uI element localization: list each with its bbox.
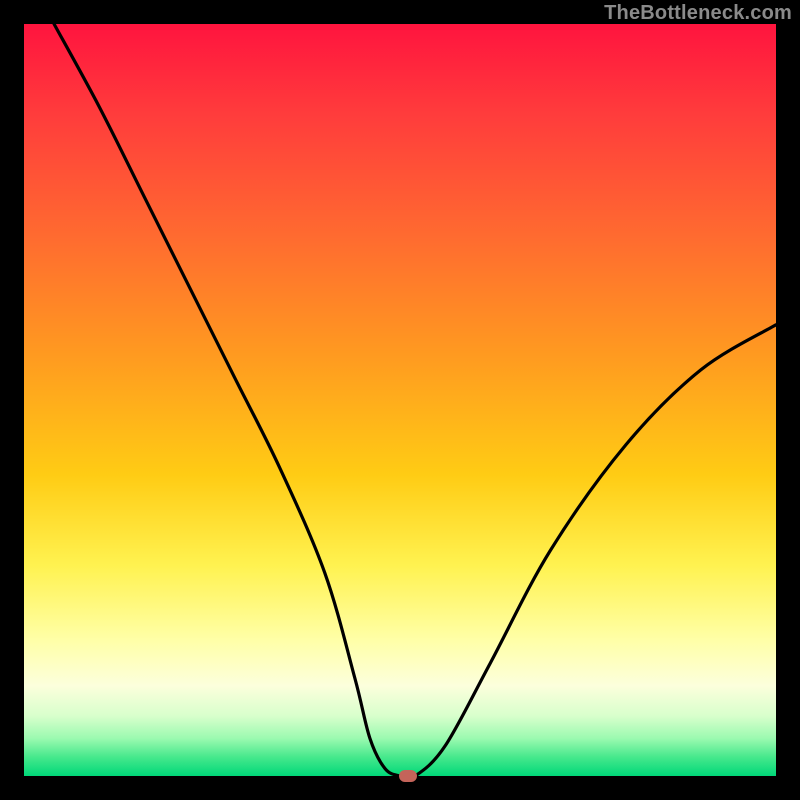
bottleneck-curve <box>24 24 776 776</box>
plot-area <box>24 24 776 776</box>
watermark-text: TheBottleneck.com <box>604 2 792 25</box>
optimal-marker <box>399 770 417 782</box>
chart-container: TheBottleneck.com <box>0 0 800 800</box>
